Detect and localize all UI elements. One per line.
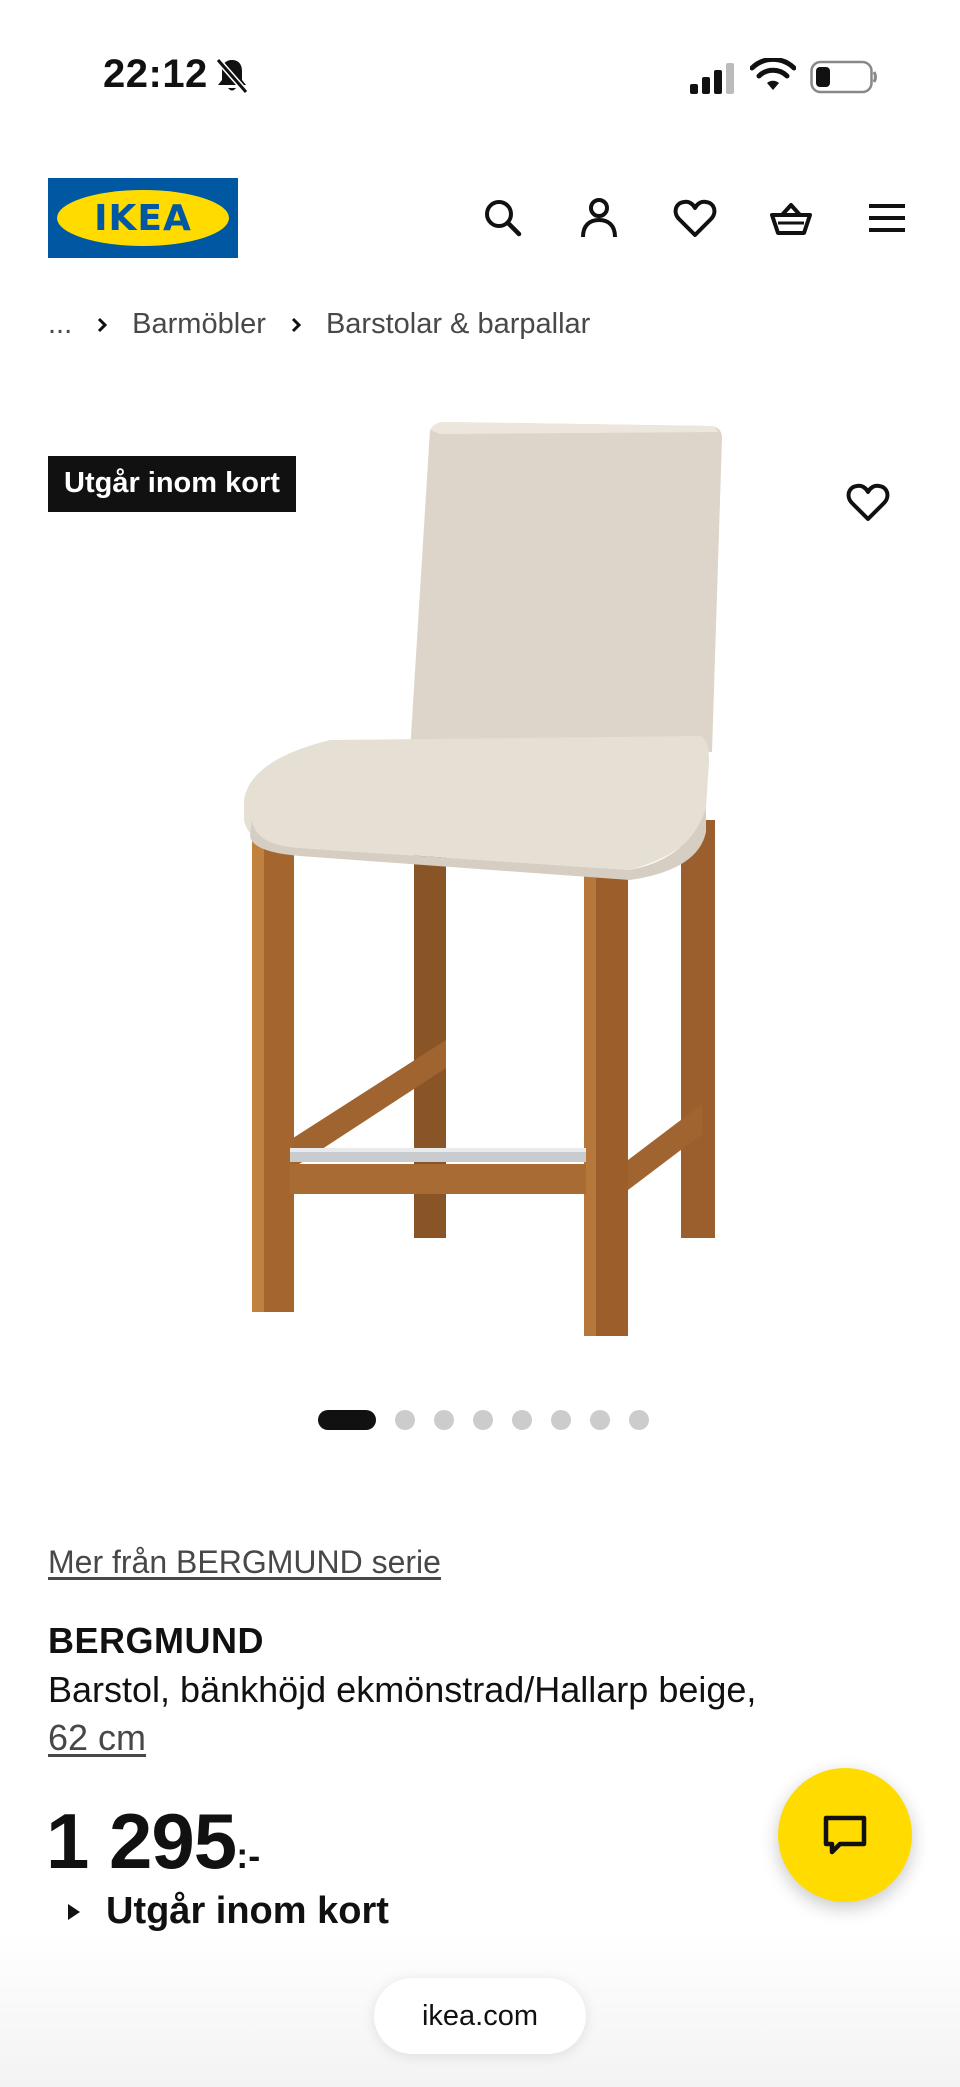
search-icon <box>485 200 522 237</box>
account-button[interactable] <box>551 190 647 246</box>
wifi-icon <box>750 58 796 90</box>
series-link[interactable]: Mer från BERGMUND serie <box>48 1544 441 1581</box>
carousel-dot[interactable] <box>395 1410 415 1430</box>
product-badge: Utgår inom kort <box>48 456 296 512</box>
heart-icon <box>846 483 890 521</box>
search-button[interactable] <box>455 190 551 246</box>
basket-icon <box>770 203 812 235</box>
chevron-right-icon <box>291 317 302 332</box>
breadcrumb-barmobler[interactable]: Barmöbler <box>132 308 266 341</box>
bell-off-icon <box>215 58 249 94</box>
add-to-favourites-button[interactable] <box>840 474 896 530</box>
battery-icon <box>810 60 877 94</box>
status-time: 22:12 <box>103 52 208 96</box>
price-amount: 1 295 <box>46 1797 237 1885</box>
carousel-dot[interactable] <box>629 1410 649 1430</box>
favourites-button[interactable] <box>647 190 743 246</box>
ikea-logo[interactable]: IKEA <box>48 178 238 258</box>
carousel-dot[interactable] <box>590 1410 610 1430</box>
carousel-dot[interactable] <box>551 1410 571 1430</box>
status-bar: 22:12 <box>0 0 960 150</box>
browser-url-bar[interactable]: ikea.com <box>374 1978 586 2054</box>
price-suffix: :- <box>236 1835 261 1876</box>
breadcrumb-ellipsis[interactable]: ... <box>48 308 72 341</box>
logo-ellipse: IKEA <box>57 190 229 246</box>
image-carousel-dots <box>318 1410 649 1430</box>
caret-right-icon <box>68 1903 80 1920</box>
availability-text: Utgår inom kort <box>106 1890 389 1932</box>
availability-toggle[interactable]: Utgår inom kort <box>66 1890 389 1933</box>
logo-text: IKEA <box>94 197 192 239</box>
menu-icon <box>869 204 905 232</box>
basket-button[interactable] <box>743 190 839 246</box>
product-name: BERGMUND <box>48 1620 264 1661</box>
product-price: 1 295 :- <box>46 1796 260 1887</box>
bar-stool-illustration <box>244 422 722 1336</box>
menu-button[interactable] <box>839 190 935 246</box>
header-actions <box>455 190 935 246</box>
signal-icon <box>690 63 734 94</box>
breadcrumb-barstolar[interactable]: Barstolar & barpallar <box>326 308 590 341</box>
product-image[interactable] <box>0 400 960 1380</box>
chat-icon <box>823 1815 867 1855</box>
breadcrumb: ... Barmöbler Barstolar & barpallar <box>48 308 590 341</box>
carousel-dot-active[interactable] <box>318 1410 376 1430</box>
account-icon <box>581 198 617 238</box>
browser-url-text: ikea.com <box>421 1999 539 2032</box>
size-link[interactable]: 62 cm <box>48 1714 146 1762</box>
carousel-dot[interactable] <box>434 1410 454 1430</box>
carousel-dot[interactable] <box>473 1410 493 1430</box>
carousel-dot[interactable] <box>512 1410 532 1430</box>
chat-button[interactable] <box>778 1768 912 1902</box>
heart-icon <box>673 199 717 237</box>
product-description: Barstol, bänkhöjd ekmönstrad/Hallarp bei… <box>48 1669 757 1710</box>
chevron-right-icon <box>98 317 108 332</box>
